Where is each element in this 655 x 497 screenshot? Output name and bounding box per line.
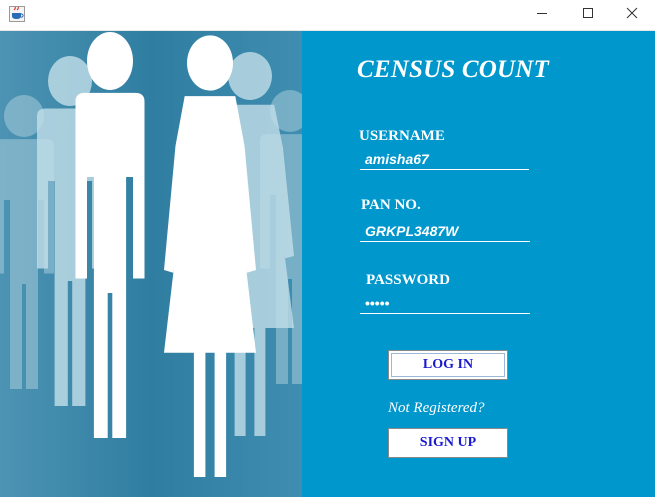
close-icon xyxy=(626,6,638,24)
maximize-button[interactable] xyxy=(565,0,611,30)
login-button[interactable]: LOG IN xyxy=(388,350,508,380)
signup-button[interactable]: SIGN UP xyxy=(388,428,508,458)
not-registered-text: Not Registered? xyxy=(388,400,485,416)
username-input[interactable] xyxy=(360,148,529,170)
people-illustration xyxy=(0,31,302,497)
java-coffee-icon xyxy=(9,6,25,22)
password-input[interactable] xyxy=(360,292,530,314)
minimize-icon xyxy=(536,6,548,24)
pan-label: PAN NO. xyxy=(361,197,421,213)
username-label: USERNAME xyxy=(359,128,445,144)
close-button[interactable] xyxy=(609,0,655,30)
minimize-button[interactable] xyxy=(519,0,565,30)
app-title: CENSUS COUNT xyxy=(357,56,550,83)
maximize-icon xyxy=(582,6,594,24)
password-label: PASSWORD xyxy=(366,272,450,288)
pan-input[interactable] xyxy=(360,220,530,242)
window-title-bar[interactable] xyxy=(0,0,655,31)
login-panel: CENSUS COUNT USERNAME PAN NO. PASSWORD L… xyxy=(302,31,655,497)
